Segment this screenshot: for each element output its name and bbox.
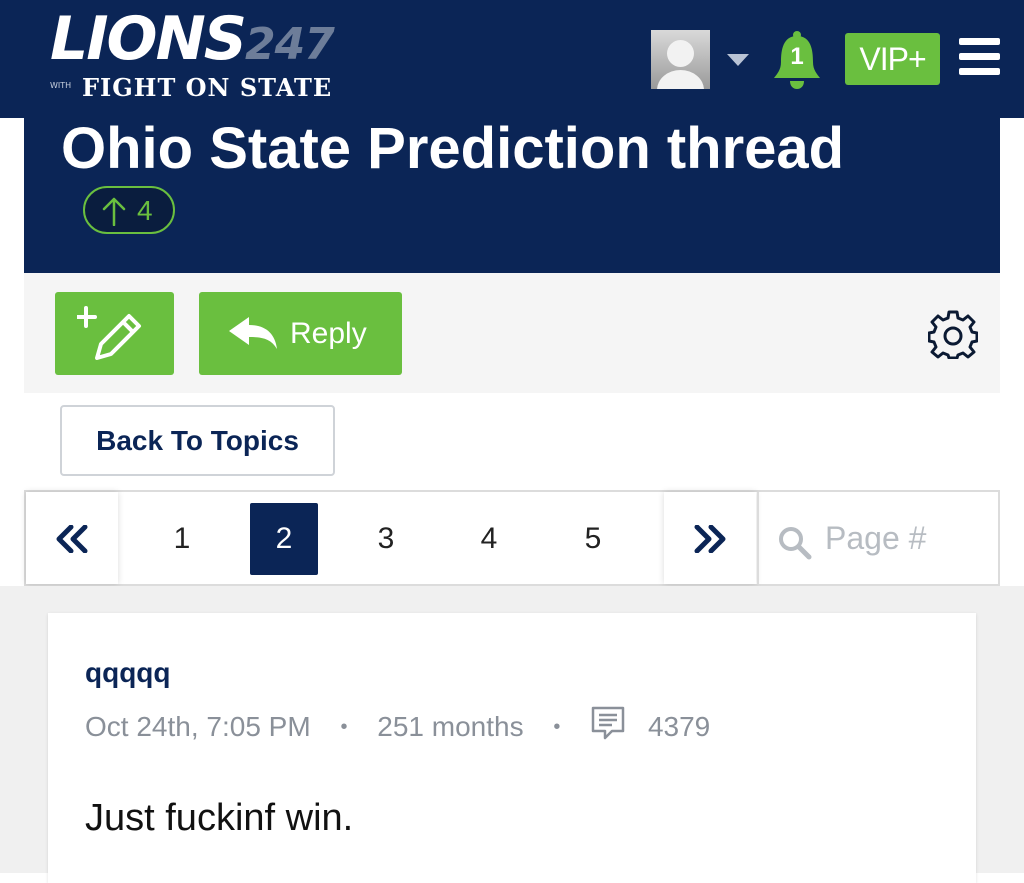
post-author-tenure: 251 months — [377, 711, 524, 742]
new-topic-pencil-icon — [77, 306, 141, 360]
reply-arrow-icon — [229, 317, 277, 349]
meta-separator: • — [340, 716, 348, 738]
thread-toolbar: Reply — [24, 273, 1000, 393]
upvote-arrow-icon — [102, 197, 126, 226]
upvote-button[interactable]: 4 — [83, 186, 175, 234]
vip-plus-button[interactable]: VIP+ — [845, 33, 940, 85]
caret-down-icon[interactable] — [727, 54, 749, 66]
hamburger-menu-icon[interactable] — [959, 38, 1000, 76]
new-topic-button[interactable] — [55, 292, 174, 375]
thread-header: Ohio State Prediction thread 4 — [24, 118, 1000, 273]
thread-title: Ohio State Prediction thread — [61, 116, 845, 181]
first-page-button[interactable] — [26, 492, 118, 584]
post-body: Just fuckinf win. — [85, 797, 354, 839]
page-search — [757, 492, 1000, 584]
top-nav-bar: LIONS247 WITH FIGHT ON STATE 1 VIP+ — [0, 0, 1024, 118]
post-author[interactable]: qqqqq — [85, 657, 171, 689]
post-card: qqqqq Oct 24th, 7:05 PM • 251 months • 4… — [48, 613, 976, 883]
logo-wordmark: LIONS247 — [50, 4, 335, 74]
back-to-topics-button[interactable]: Back To Topics — [60, 405, 335, 476]
gear-icon[interactable] — [928, 309, 978, 359]
page-5-link[interactable]: 5 — [559, 503, 627, 575]
page-number-input[interactable] — [825, 514, 990, 562]
double-chevron-left-icon — [56, 525, 88, 553]
double-chevron-right-icon — [694, 525, 726, 553]
post-count: 4379 — [647, 711, 711, 742]
post-meta: Oct 24th, 7:05 PM • 251 months • 4379 — [85, 705, 710, 742]
post-timestamp: Oct 24th, 7:05 PM — [85, 711, 311, 742]
user-avatar[interactable] — [651, 30, 710, 89]
notification-count: 1 — [790, 43, 804, 70]
logo-with-text: WITH — [50, 81, 72, 90]
search-icon — [779, 527, 812, 560]
page-2-current[interactable]: 2 — [250, 503, 318, 575]
reply-label: Reply — [290, 317, 367, 350]
page-1-link[interactable]: 1 — [148, 503, 216, 575]
upvote-count: 4 — [137, 195, 153, 226]
pagination-bar: 1 2 3 4 5 — [24, 490, 1000, 586]
posts-area: qqqqq Oct 24th, 7:05 PM • 251 months • 4… — [0, 586, 1024, 883]
meta-separator: • — [553, 716, 561, 738]
comment-icon — [590, 705, 626, 749]
logo-subtitle: FIGHT ON STATE — [82, 73, 333, 102]
page-4-link[interactable]: 4 — [455, 503, 523, 575]
reply-button[interactable]: Reply — [199, 292, 402, 375]
last-page-button[interactable] — [664, 492, 756, 584]
page-3-link[interactable]: 3 — [352, 503, 420, 575]
